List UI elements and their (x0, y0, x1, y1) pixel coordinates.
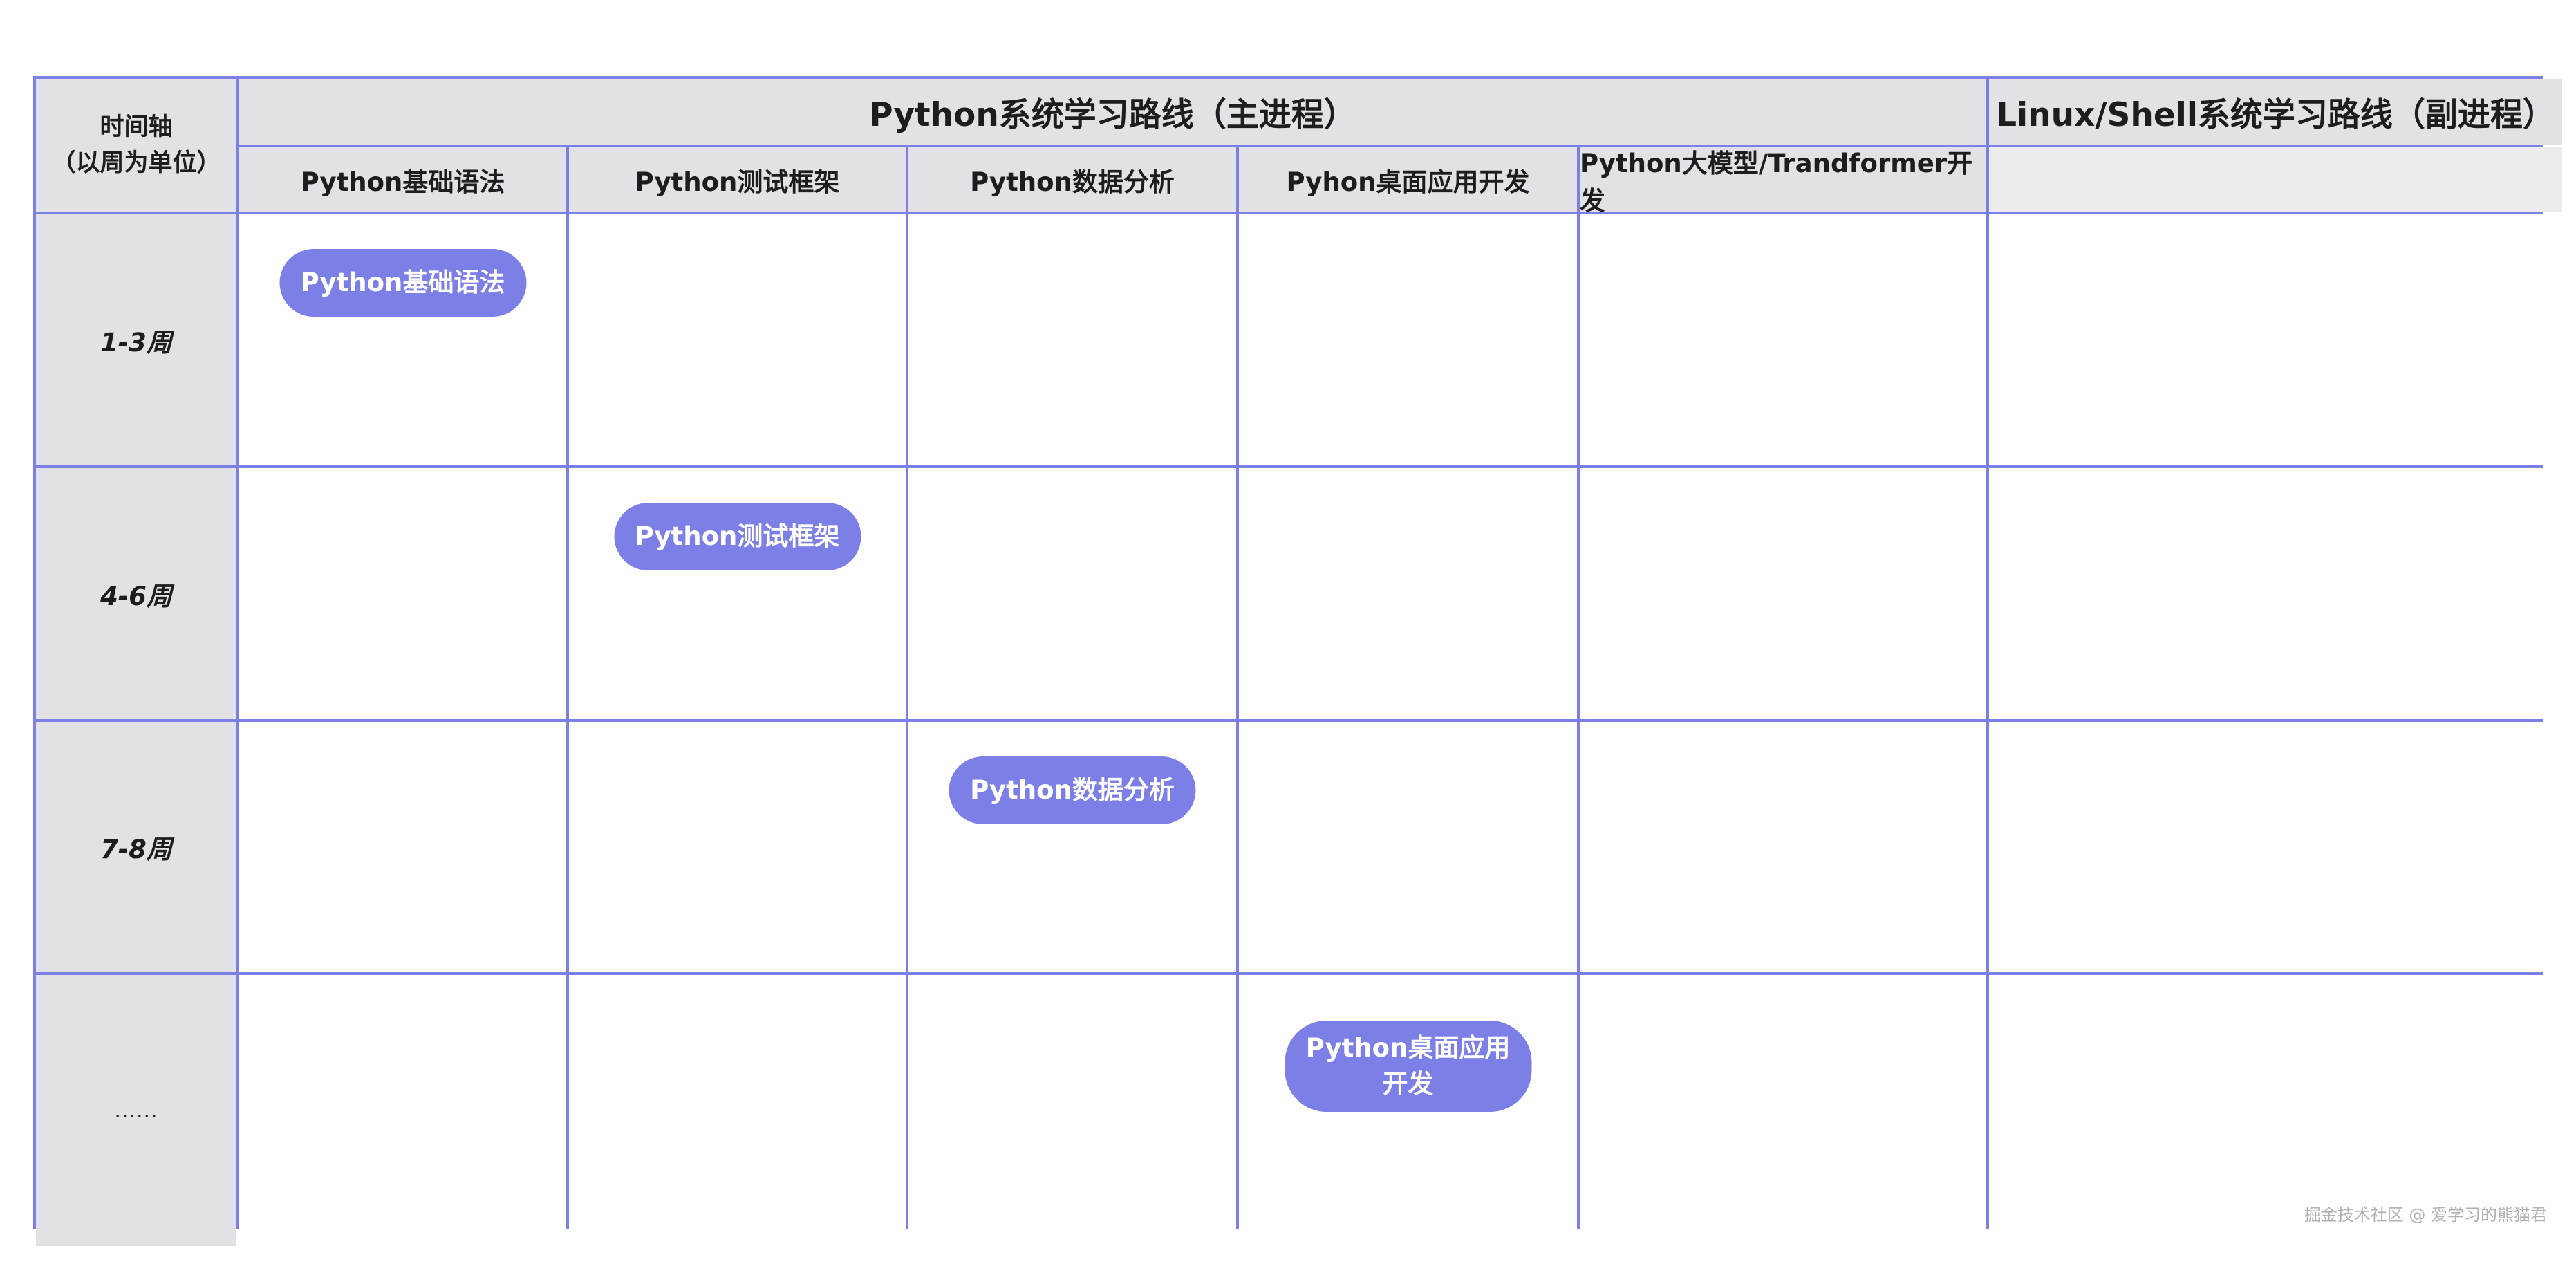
table-cell: Python数据分析 (908, 722, 1236, 972)
main-track-header: Python系统学习路线（主进程） (239, 79, 1986, 145)
table-cell (908, 214, 1236, 465)
table-cell (1580, 975, 1986, 1246)
column-header-data-analysis: Python数据分析 (908, 147, 1236, 212)
column-header-basics: Python基础语法 (239, 147, 566, 212)
column-header-linux-empty (1989, 147, 2562, 212)
time-axis-title: 时间轴 (100, 113, 173, 141)
column-header-label: Python基础语法 (300, 167, 505, 197)
main-track-title: Python系统学习路线（主进程） (869, 96, 1356, 134)
table-cell (569, 722, 906, 972)
week-label: 7-8周 (100, 835, 172, 864)
column-header-testing: Python测试框架 (569, 147, 906, 212)
table-cell (1239, 468, 1577, 719)
week-label-1-3: 1-3周 (36, 214, 236, 465)
side-track-title: Linux/Shell系统学习路线（副进程） (1996, 96, 2555, 134)
table-cell (569, 975, 906, 1246)
side-track-header: Linux/Shell系统学习路线（副进程） (1989, 79, 2562, 145)
table-cell (1580, 722, 1986, 972)
time-axis-header: 时间轴 （以周为单位） (36, 79, 236, 212)
column-header-label: Pyhon桌面应用开发 (1286, 167, 1530, 197)
week-label: 4-6周 (100, 581, 172, 611)
pill-label-line2: 开发 (1382, 1069, 1434, 1099)
column-header-desktop: Pyhon桌面应用开发 (1239, 147, 1577, 212)
table-cell (239, 468, 566, 719)
column-header-llm: Python大模型/Trandformer开发 (1580, 147, 1986, 216)
table-cell (1989, 468, 2562, 719)
time-axis-subtitle: （以周为单位） (51, 149, 221, 177)
column-header-label: Python大模型/Trandformer开发 (1580, 148, 1973, 216)
table-cell (1989, 722, 2562, 972)
milestone-pill-desktop: Python桌面应用 开发 (1285, 1021, 1531, 1112)
table-cell (569, 214, 906, 465)
table-cell (1580, 468, 1986, 719)
pill-label: Python基础语法 (300, 268, 505, 298)
milestone-pill-data-analysis: Python数据分析 (949, 756, 1196, 824)
table-cell: Python桌面应用 开发 (1239, 975, 1577, 1246)
week-label-4-6: 4-6周 (36, 468, 236, 719)
column-header-label: Python数据分析 (970, 167, 1175, 197)
week-label: ...... (114, 1098, 158, 1123)
learning-roadmap-table: 时间轴 （以周为单位） Python系统学习路线（主进程） Linux/Shel… (33, 76, 2562, 1246)
watermark: 掘金技术社区 @ 爱学习的熊猫君 (2304, 1205, 2547, 1225)
milestone-pill-basics: Python基础语法 (279, 249, 526, 317)
table-cell (1989, 214, 2562, 465)
table-cell (1580, 214, 1986, 465)
column-header-label: Python测试框架 (635, 167, 840, 197)
table-cell (908, 975, 1236, 1246)
pill-label: Python数据分析 (970, 775, 1175, 806)
table-cell: Python基础语法 (239, 214, 566, 465)
table-cell (1239, 722, 1577, 972)
milestone-pill-testing: Python测试框架 (614, 503, 861, 570)
table-cell: Python测试框架 (569, 468, 906, 719)
pill-label: Python测试框架 (635, 521, 840, 552)
table-cell (239, 975, 566, 1246)
week-label-7-8: 7-8周 (36, 722, 236, 972)
table-cell (1239, 214, 1577, 465)
pill-label-line1: Python桌面应用 (1305, 1033, 1511, 1063)
week-label: 1-3周 (100, 327, 172, 357)
table-cell (908, 468, 1236, 719)
table-cell (239, 722, 566, 972)
week-label-more: ...... (36, 975, 236, 1246)
